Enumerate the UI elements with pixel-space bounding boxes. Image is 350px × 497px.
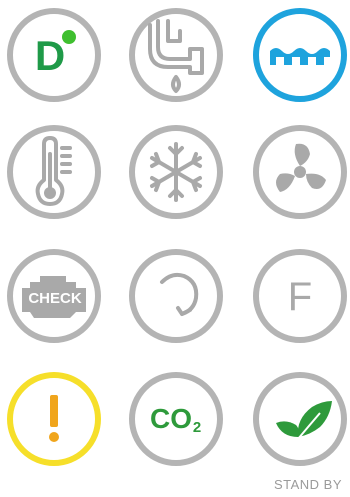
plumbing-icon bbox=[129, 8, 223, 102]
water-level-icon bbox=[253, 8, 347, 102]
control-panel: D CHECK F CO 2 STAND BY bbox=[0, 0, 350, 497]
refresh-button[interactable] bbox=[128, 248, 224, 344]
co2-button[interactable]: CO 2 bbox=[128, 371, 224, 467]
standby-status-label: STAND BY bbox=[273, 477, 342, 492]
check-engine-label: CHECK bbox=[28, 290, 82, 307]
f-mode-letter: F bbox=[288, 275, 312, 319]
f-mode-icon: F bbox=[253, 249, 347, 343]
temperature-button[interactable] bbox=[6, 124, 102, 220]
f-mode-button[interactable]: F bbox=[252, 248, 348, 344]
snowflake-icon bbox=[129, 125, 223, 219]
warning-button[interactable] bbox=[6, 371, 102, 467]
check-engine-icon: CHECK bbox=[7, 249, 101, 343]
thermometer-icon bbox=[7, 125, 101, 219]
co2-label: CO bbox=[150, 403, 192, 434]
eco-leaf-icon bbox=[253, 372, 347, 466]
diesel-mode-icon: D bbox=[7, 8, 101, 102]
diesel-mode-button[interactable]: D bbox=[6, 7, 102, 103]
fan-icon bbox=[253, 125, 347, 219]
eco-leaf-button[interactable] bbox=[252, 371, 348, 467]
diesel-letter: D bbox=[35, 32, 65, 79]
co2-icon: CO 2 bbox=[129, 372, 223, 466]
warning-icon bbox=[7, 372, 101, 466]
refresh-icon bbox=[129, 249, 223, 343]
check-engine-button[interactable]: CHECK bbox=[6, 248, 102, 344]
co2-subscript: 2 bbox=[193, 419, 201, 436]
plumbing-button[interactable] bbox=[128, 7, 224, 103]
fan-button[interactable] bbox=[252, 124, 348, 220]
water-level-button[interactable] bbox=[252, 7, 348, 103]
cooling-button[interactable] bbox=[128, 124, 224, 220]
